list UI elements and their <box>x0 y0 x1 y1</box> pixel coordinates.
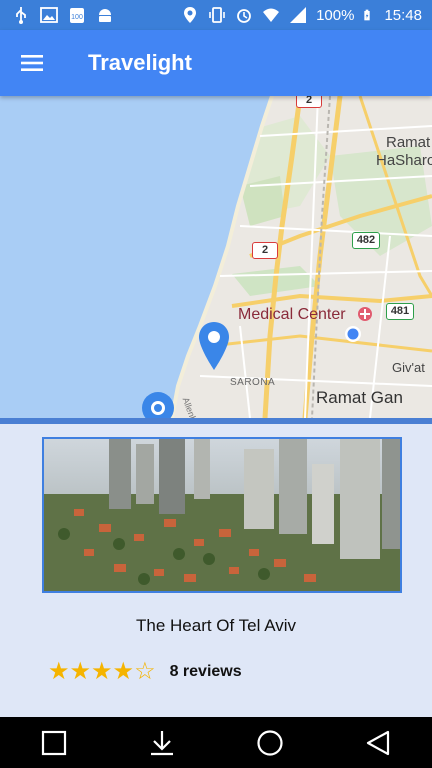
svg-text:100: 100 <box>71 14 83 21</box>
place-name: The Heart Of Tel Aviv <box>136 616 296 635</box>
wifi-icon <box>263 8 280 22</box>
map-label-ramat-gan: Ramat Gan <box>316 388 403 407</box>
city-photo-image <box>44 439 400 591</box>
place-card[interactable]: The Heart Of Tel Aviv ★ ★ ★ ★ ☆ 8 review… <box>0 424 432 717</box>
road-badge-2-top: 2 <box>296 96 322 108</box>
vibrate-icon <box>209 7 225 23</box>
star-empty-icon: ☆ <box>134 658 156 685</box>
usb-icon <box>16 7 26 24</box>
map-marker[interactable] <box>196 320 232 372</box>
recent-apps-icon <box>41 730 67 755</box>
reviews-count[interactable]: 8 reviews <box>170 663 242 681</box>
battery-charging-icon <box>364 9 371 21</box>
map-label-ramat-hasharon-2: HaSharo <box>376 152 432 169</box>
star-filled-icon: ★ <box>69 658 92 685</box>
android-icon <box>99 9 111 22</box>
signal-icon <box>290 7 307 23</box>
battery-percent: 100% <box>316 6 355 24</box>
map-view[interactable]: 2 2 482 481 Ramat HaSharo Medical Center… <box>0 96 432 418</box>
map-label-medical-center: Medical Center <box>238 306 346 323</box>
app-bar: Travelight <box>0 30 432 96</box>
recent-apps-button[interactable] <box>24 717 84 768</box>
road-badge-481: 481 <box>386 303 414 320</box>
place-photo[interactable] <box>42 437 402 593</box>
back-icon <box>366 730 390 755</box>
location-icon <box>184 7 197 23</box>
badge-100-icon: 100 <box>70 8 84 23</box>
app-title: Travelight <box>88 50 192 75</box>
star-filled-icon: ★ <box>112 658 135 685</box>
back-button[interactable] <box>348 717 408 768</box>
map-label-ramat-hasharon-1: Ramat <box>386 134 431 151</box>
download-icon <box>151 730 173 755</box>
alarm-icon <box>237 9 251 23</box>
download-button[interactable] <box>132 717 192 768</box>
map-marker-secondary[interactable] <box>140 390 176 418</box>
map-label-sarona: SARONA <box>230 377 276 388</box>
system-nav-bar <box>0 717 432 768</box>
image-icon <box>40 7 58 23</box>
clock: 15:48 <box>384 6 422 24</box>
star-filled-icon: ★ <box>48 658 70 685</box>
menu-button[interactable] <box>0 30 64 96</box>
star-filled-icon: ★ <box>91 658 113 685</box>
road-badge-482: 482 <box>352 232 380 249</box>
home-button[interactable] <box>240 717 300 768</box>
road-badge-2: 2 <box>252 242 278 259</box>
map-label-givat: Giv'at <box>392 360 425 375</box>
menu-icon <box>21 55 43 71</box>
home-icon <box>257 729 283 756</box>
status-bar: 100 100% 15:48 <box>0 0 432 30</box>
rating: ★ ★ ★ ★ ☆ 8 reviews <box>48 660 242 684</box>
